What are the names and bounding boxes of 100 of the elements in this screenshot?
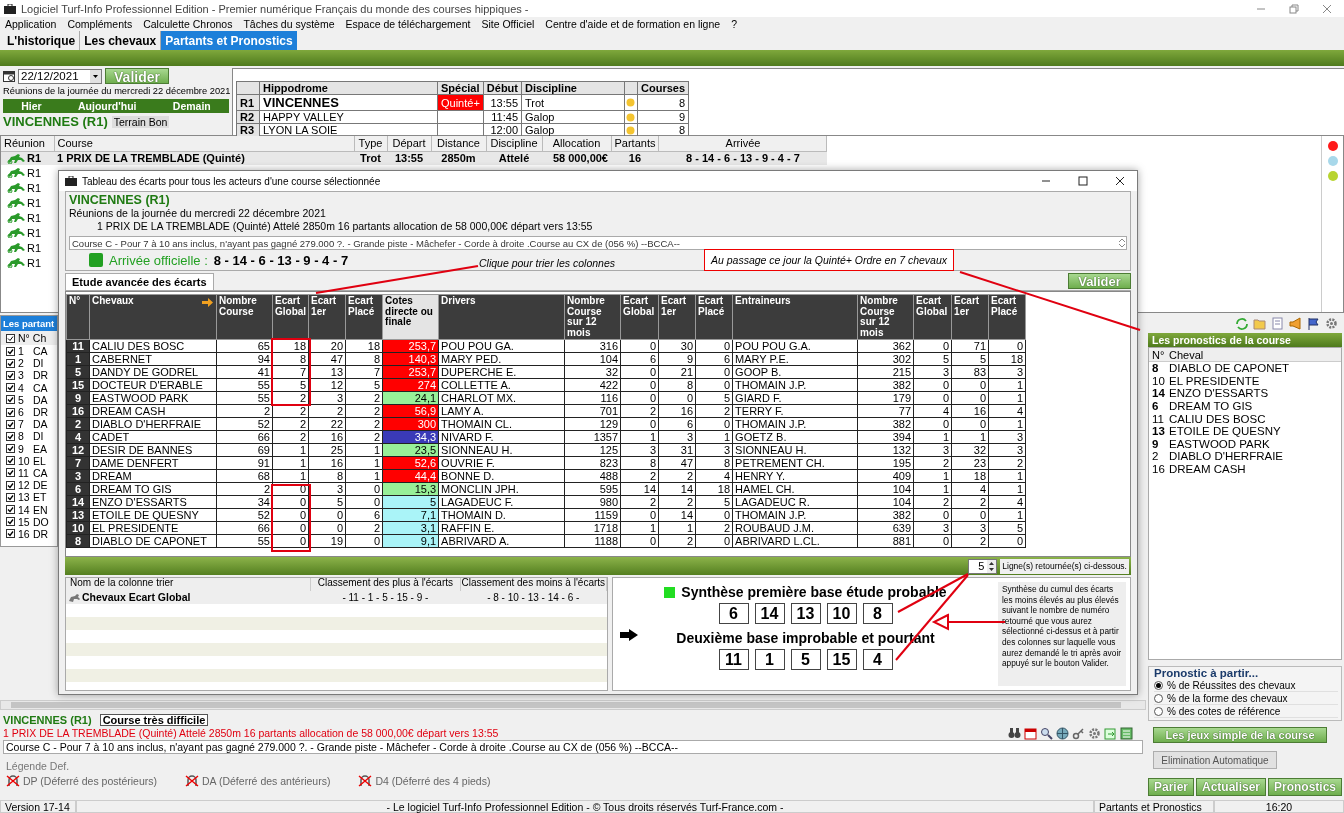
table-cell: GOETZ B. [732, 430, 858, 444]
menu-item[interactable]: Calculette Chronos [143, 18, 233, 30]
flag-icon[interactable] [1307, 316, 1320, 330]
sheet-icon[interactable] [1120, 726, 1133, 740]
day-link[interactable]: Hier [21, 100, 42, 112]
refresh-icon[interactable] [1235, 316, 1248, 330]
key-icon[interactable] [1072, 726, 1085, 740]
column-header[interactable]: Ecart Global [272, 294, 309, 340]
radio-button[interactable] [1154, 706, 1163, 716]
checkbox[interactable] [6, 383, 15, 393]
tab[interactable]: Partants et Pronostics [161, 31, 297, 50]
close-icon[interactable] [1115, 176, 1125, 186]
table-cell: 2 [216, 404, 273, 418]
table-cell: DREAM CASH [89, 404, 217, 418]
lines-spinner[interactable]: 5 [968, 558, 998, 574]
checkbox[interactable] [6, 346, 15, 356]
briefcase-icon [4, 3, 16, 14]
table-cell: 0 [913, 339, 952, 353]
binoculars-icon[interactable] [1008, 726, 1021, 740]
checkbox[interactable] [6, 444, 15, 454]
column-header[interactable]: Nombre Course [216, 294, 273, 340]
menu-item[interactable]: Espace de téléchargement [345, 18, 471, 30]
checkbox[interactable] [6, 529, 15, 539]
list-item[interactable]: 2 DIABLO D'HERFRAIE [1149, 450, 1341, 463]
day-link[interactable]: Aujourd'hui [78, 100, 137, 112]
globe-icon[interactable] [1056, 726, 1069, 740]
list-item[interactable]: 8 DIABLO DE CAPONET [1149, 362, 1341, 375]
column-header[interactable]: N° [66, 294, 90, 340]
gear-icon[interactable] [1088, 726, 1101, 740]
calendar-icon[interactable] [1024, 726, 1037, 740]
spin-arrows-icon[interactable] [987, 559, 997, 573]
menu-item[interactable]: Site Officiel [481, 18, 535, 30]
square-icon [664, 586, 676, 598]
checkbox[interactable] [6, 480, 15, 490]
menu-item[interactable]: Compléments [67, 18, 133, 30]
column-header[interactable]: Ecart Global [913, 294, 952, 340]
column-header[interactable]: Ecart 1er [951, 294, 989, 340]
date-field[interactable]: 22/12/2021 [18, 68, 102, 84]
column-header[interactable]: Ecart Global [620, 294, 659, 340]
legend-item: DP (Déferré des postérieurs) [23, 775, 158, 787]
menu-item[interactable]: Centre d'aide et de formation en ligne [545, 18, 721, 30]
radio-button[interactable] [1154, 680, 1163, 690]
table-cell: 0 [695, 534, 733, 548]
column-header[interactable]: Ecart 1er [658, 294, 696, 340]
meeting-title: VINCENNES (R1) [69, 193, 171, 207]
option-label: % de la forme des chevaux [1167, 692, 1288, 704]
checkbox[interactable] [6, 456, 15, 466]
column-header[interactable]: Drivers [438, 294, 565, 340]
table-cell: ENZO D'ESSARTS [89, 495, 217, 509]
table-cell: 2 [658, 469, 696, 483]
radio-button[interactable] [1154, 693, 1163, 703]
table-cell: 488 [564, 469, 621, 483]
column-header[interactable]: Entraineurs [732, 294, 858, 340]
list-item[interactable]: 14 ENZO D'ESSARTS [1149, 387, 1341, 400]
list-item[interactable]: 13 ETOILE DE QUESNY [1149, 424, 1341, 438]
table-cell: 104 [857, 495, 914, 509]
maximize-icon[interactable] [1078, 176, 1088, 186]
table-cell: 7 [66, 456, 90, 470]
day-link[interactable]: Demain [172, 100, 211, 112]
checkbox[interactable] [6, 370, 15, 380]
checkbox[interactable] [6, 407, 15, 417]
dropdown-caret-icon[interactable] [90, 69, 101, 83]
runner-number: 7 [18, 418, 25, 431]
list-item[interactable]: 16 DREAM CASH [1149, 462, 1341, 476]
column-header[interactable]: Cotes directe ou finale [382, 294, 439, 340]
checkbox[interactable] [6, 492, 15, 502]
tab[interactable]: Etude avancée des écarts [65, 273, 214, 290]
column-header[interactable]: Ecart 1er [308, 294, 346, 340]
table-cell: HAPPY VALLEY [259, 110, 438, 124]
checkbox[interactable] [6, 431, 15, 441]
horse-number: 8 [1152, 362, 1160, 375]
checkbox[interactable] [6, 358, 15, 368]
column-header[interactable]: Ecart Placé [345, 294, 383, 340]
table-cell: 5 [951, 352, 989, 366]
column-header[interactable]: Nombre Course sur 12 mois [857, 294, 914, 340]
list-item[interactable]: 10 EL PRESIDENTE [1149, 374, 1341, 388]
list-item[interactable]: 11 CALIU DES BOSC [1149, 412, 1341, 425]
column-header[interactable]: Ecart Placé [988, 294, 1026, 340]
column-header[interactable]: Ecart Placé [695, 294, 733, 340]
checkbox[interactable] [6, 505, 15, 515]
table-cell: R1 [27, 256, 42, 269]
elimination-button[interactable]: Elimination Automatique [1153, 751, 1277, 769]
menu-item[interactable]: Tâches du système [243, 18, 335, 30]
search-icon[interactable] [1040, 726, 1053, 740]
megaphone-icon[interactable] [1289, 316, 1302, 330]
list-item[interactable]: 9 EASTWOOD PARK [1149, 437, 1341, 451]
checkbox[interactable] [6, 419, 15, 429]
checkbox[interactable] [6, 517, 15, 527]
menu-item[interactable]: Application [5, 18, 57, 30]
caption: Réunions de la journée du mercredi 22 décembre 2021 [69, 207, 327, 220]
column-header[interactable]: Chevaux [89, 294, 217, 340]
horse-icon [6, 167, 26, 178]
list-item[interactable]: 6 DREAM TO GIS [1149, 399, 1341, 413]
export-icon[interactable] [1104, 726, 1117, 740]
column-header[interactable]: Nombre Course sur 12 mois [564, 294, 621, 340]
checkbox[interactable] [6, 468, 15, 478]
gear-icon[interactable] [1325, 316, 1338, 330]
table-cell: 2 [620, 469, 659, 483]
checkbox[interactable] [6, 395, 15, 405]
menu-item[interactable]: ? [731, 18, 737, 30]
